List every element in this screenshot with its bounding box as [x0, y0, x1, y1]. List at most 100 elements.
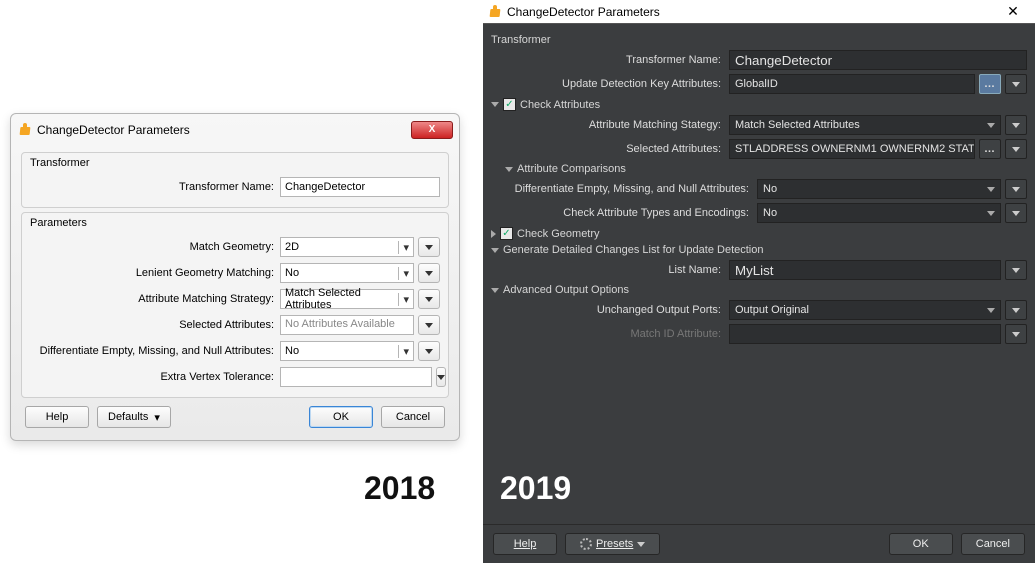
ellipsis-icon: … — [984, 143, 996, 155]
list-name-input[interactable] — [729, 260, 1001, 280]
match-id-menu-button[interactable] — [1005, 324, 1027, 344]
selected-attrs-browse-button[interactable]: … — [979, 139, 1001, 159]
app-icon — [487, 4, 503, 20]
defaults-label: Defaults — [108, 411, 148, 423]
lenient-label: Lenient Geometry Matching: — [30, 267, 280, 279]
section-advanced-output-label: Advanced Output Options — [503, 284, 629, 296]
expander-icon — [491, 288, 499, 293]
chevron-down-icon — [1012, 147, 1020, 152]
chevron-down-icon: ▾ — [398, 267, 409, 280]
attr-strategy-menu-button[interactable] — [1005, 115, 1027, 135]
extra-vertex-menu-button[interactable] — [436, 367, 446, 387]
group-transformer: Transformer Transformer Name: — [21, 152, 449, 208]
chevron-down-icon — [987, 308, 995, 313]
section-check-geometry[interactable]: Check Geometry — [491, 227, 1027, 240]
check-geometry-checkbox[interactable] — [500, 227, 513, 240]
attr-strategy-value: Match Selected Attributes — [285, 287, 398, 311]
subsection-attr-comparisons[interactable]: Attribute Comparisons — [505, 163, 1027, 175]
cancel-button[interactable]: Cancel — [961, 533, 1025, 555]
match-id-input — [729, 324, 1001, 344]
selected-attrs-menu-button[interactable] — [1005, 139, 1027, 159]
chevron-down-icon — [437, 375, 445, 380]
section-transformer: Transformer — [491, 34, 1027, 46]
chevron-down-icon: ▾ — [398, 241, 409, 254]
chevron-down-icon: ▾ — [398, 293, 409, 306]
chevron-down-icon — [987, 123, 995, 128]
extra-vertex-label: Extra Vertex Tolerance: — [30, 371, 280, 383]
chevron-down-icon — [987, 211, 995, 216]
diff-empty-menu-button[interactable] — [418, 341, 440, 361]
chevron-down-icon — [1012, 187, 1020, 192]
transformer-name-input[interactable] — [729, 50, 1027, 70]
group-parameters: Parameters Match Geometry: 2D ▾ Lenient … — [21, 212, 449, 398]
unchanged-ports-select[interactable]: Output Original — [729, 300, 1001, 320]
section-transformer-label: Transformer — [491, 34, 551, 46]
lenient-menu-button[interactable] — [418, 263, 440, 283]
ok-button[interactable]: OK — [889, 533, 953, 555]
cancel-button[interactable]: Cancel — [381, 406, 445, 428]
section-generate-changes-list[interactable]: Generate Detailed Changes List for Updat… — [491, 244, 1027, 256]
unchanged-ports-menu-button[interactable] — [1005, 300, 1027, 320]
update-key-menu-button[interactable] — [1005, 74, 1027, 94]
attr-strategy-menu-button[interactable] — [418, 289, 440, 309]
close-button[interactable]: ✕ — [995, 3, 1031, 20]
lenient-value: No — [285, 267, 299, 279]
defaults-button[interactable]: Defaults ▾ — [97, 406, 171, 428]
update-key-label: Update Detection Key Attributes: — [491, 78, 729, 90]
attr-strategy-select[interactable]: Match Selected Attributes — [729, 115, 1001, 135]
subsection-attr-comparisons-label: Attribute Comparisons — [517, 163, 626, 175]
dialog-footer-2019: Help Presets OK Cancel — [483, 524, 1035, 563]
chevron-down-icon — [1012, 268, 1020, 273]
presets-button[interactable]: Presets — [565, 533, 660, 555]
section-check-attributes-label: Check Attributes — [520, 99, 600, 111]
update-key-browse-button[interactable]: … — [979, 74, 1001, 94]
list-name-menu-button[interactable] — [1005, 260, 1027, 280]
chevron-down-icon — [425, 349, 433, 354]
section-advanced-output[interactable]: Advanced Output Options — [491, 284, 1027, 296]
window-title: ChangeDetector Parameters — [507, 5, 660, 19]
close-button[interactable]: X — [411, 121, 453, 139]
chevron-down-icon: ▾ — [398, 345, 409, 358]
help-button[interactable]: Help — [25, 406, 89, 428]
attr-strategy-select[interactable]: Match Selected Attributes ▾ — [280, 289, 414, 309]
update-key-field[interactable]: GlobalID — [729, 74, 975, 94]
section-check-geometry-label: Check Geometry — [517, 228, 600, 240]
selected-attrs-field[interactable]: No Attributes Available — [280, 315, 414, 335]
match-geometry-menu-button[interactable] — [418, 237, 440, 257]
check-attributes-checkbox[interactable] — [503, 98, 516, 111]
chevron-down-icon — [637, 542, 645, 547]
chevron-down-icon — [1012, 123, 1020, 128]
check-types-label: Check Attribute Types and Encodings: — [491, 207, 757, 219]
attr-strategy-label: Attribute Matching Strategy: — [30, 293, 280, 305]
section-check-attributes[interactable]: Check Attributes — [491, 98, 1027, 111]
chevron-down-icon — [425, 323, 433, 328]
diff-empty-select[interactable]: No ▾ — [280, 341, 414, 361]
match-geometry-select[interactable]: 2D ▾ — [280, 237, 414, 257]
chevron-down-icon — [1012, 308, 1020, 313]
match-geometry-label: Match Geometry: — [30, 241, 280, 253]
check-types-menu-button[interactable] — [1005, 203, 1027, 223]
titlebar-2018[interactable]: ChangeDetector Parameters X — [11, 114, 459, 142]
transformer-name-label: Transformer Name: — [491, 54, 729, 66]
chevron-down-icon — [425, 271, 433, 276]
diff-empty-value: No — [285, 345, 299, 357]
selected-attrs-label: Selected Attributes: — [30, 319, 280, 331]
transformer-name-input[interactable] — [280, 177, 440, 197]
year-2018-label: 2018 — [364, 470, 435, 507]
ok-button[interactable]: OK — [309, 406, 373, 428]
selected-attrs-field[interactable]: STLADDRESS OWNERNM1 OWNERNM2 STATUS — [729, 139, 975, 159]
expander-collapsed-icon — [491, 230, 496, 238]
help-label: Help — [514, 538, 537, 550]
check-types-value: No — [763, 207, 777, 219]
extra-vertex-input[interactable] — [280, 367, 432, 387]
window-title: ChangeDetector Parameters — [37, 123, 190, 137]
help-button[interactable]: Help — [493, 533, 557, 555]
diff-empty-menu-button[interactable] — [1005, 179, 1027, 199]
diff-empty-select[interactable]: No — [757, 179, 1001, 199]
selected-attrs-menu-button[interactable] — [418, 315, 440, 335]
titlebar-2019[interactable]: ChangeDetector Parameters ✕ — [483, 0, 1035, 24]
unchanged-ports-label: Unchanged Output Ports: — [491, 304, 729, 316]
lenient-select[interactable]: No ▾ — [280, 263, 414, 283]
group-transformer-label: Transformer — [30, 157, 440, 169]
check-types-select[interactable]: No — [757, 203, 1001, 223]
